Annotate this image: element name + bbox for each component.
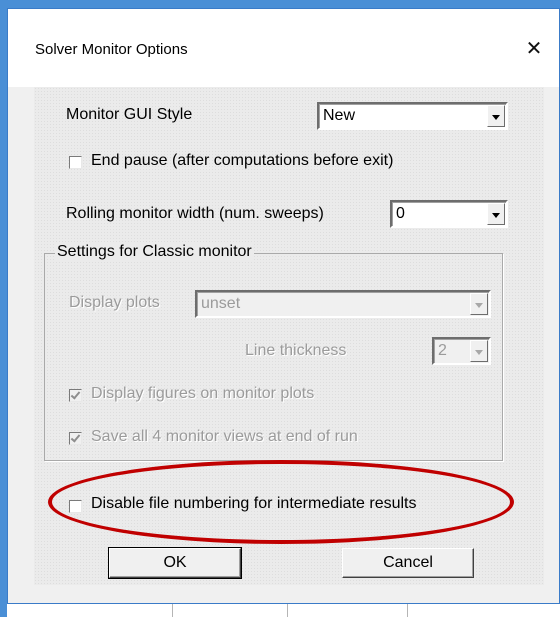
save-views-checkbox[interactable] [69, 432, 82, 445]
column-divider [407, 604, 408, 617]
checkmark-icon [70, 389, 81, 400]
end-pause-checkbox[interactable] [69, 156, 82, 169]
rolling-width-value: 0 [396, 205, 405, 222]
window-title: Solver Monitor Options [35, 41, 188, 58]
end-pause-label: End pause (after computations before exi… [91, 152, 394, 169]
save-views-label: Save all 4 monitor views at end of run [91, 428, 358, 445]
background-window-edge [7, 604, 560, 617]
disable-numbering-checkbox[interactable] [69, 500, 82, 513]
checkmark-icon [70, 432, 81, 443]
dropdown-arrow-icon[interactable] [487, 105, 505, 127]
close-icon: ✕ [525, 38, 543, 60]
rolling-width-label: Rolling monitor width (num. sweeps) [66, 205, 324, 222]
display-figures-checkbox[interactable] [69, 389, 82, 402]
column-divider [287, 604, 288, 617]
monitor-gui-style-value: New [323, 107, 356, 124]
ok-button[interactable]: OK [108, 547, 242, 579]
display-plots-value: unset [201, 295, 241, 312]
monitor-gui-style-label: Monitor GUI Style [66, 106, 193, 123]
display-plots-label: Display plots [69, 294, 160, 311]
classic-monitor-group-title: Settings for Classic monitor [55, 243, 254, 261]
dropdown-arrow-icon[interactable] [470, 293, 488, 315]
cancel-button[interactable]: Cancel [342, 548, 474, 578]
column-divider [172, 604, 173, 617]
dialog-body: Monitor GUI Style New End pause (after c… [34, 87, 544, 585]
title-bar: Solver Monitor Options ✕ [8, 9, 559, 87]
display-plots-select[interactable]: unset [195, 290, 491, 318]
rolling-width-select[interactable]: 0 [390, 200, 508, 228]
display-figures-label: Display figures on monitor plots [91, 385, 315, 402]
classic-monitor-group: Settings for Classic monitor Display plo… [44, 243, 503, 461]
close-button[interactable]: ✕ [517, 33, 551, 65]
monitor-gui-style-select[interactable]: New [317, 102, 508, 130]
line-thickness-value: 2 [438, 342, 447, 359]
disable-numbering-label: Disable file numbering for intermediate … [91, 495, 417, 512]
line-thickness-label: Line thickness [245, 342, 347, 359]
dropdown-arrow-icon[interactable] [487, 203, 505, 225]
dialog-window: Solver Monitor Options ✕ Monitor GUI Sty… [7, 8, 560, 604]
dropdown-arrow-icon[interactable] [470, 340, 488, 362]
line-thickness-select[interactable]: 2 [432, 337, 491, 365]
